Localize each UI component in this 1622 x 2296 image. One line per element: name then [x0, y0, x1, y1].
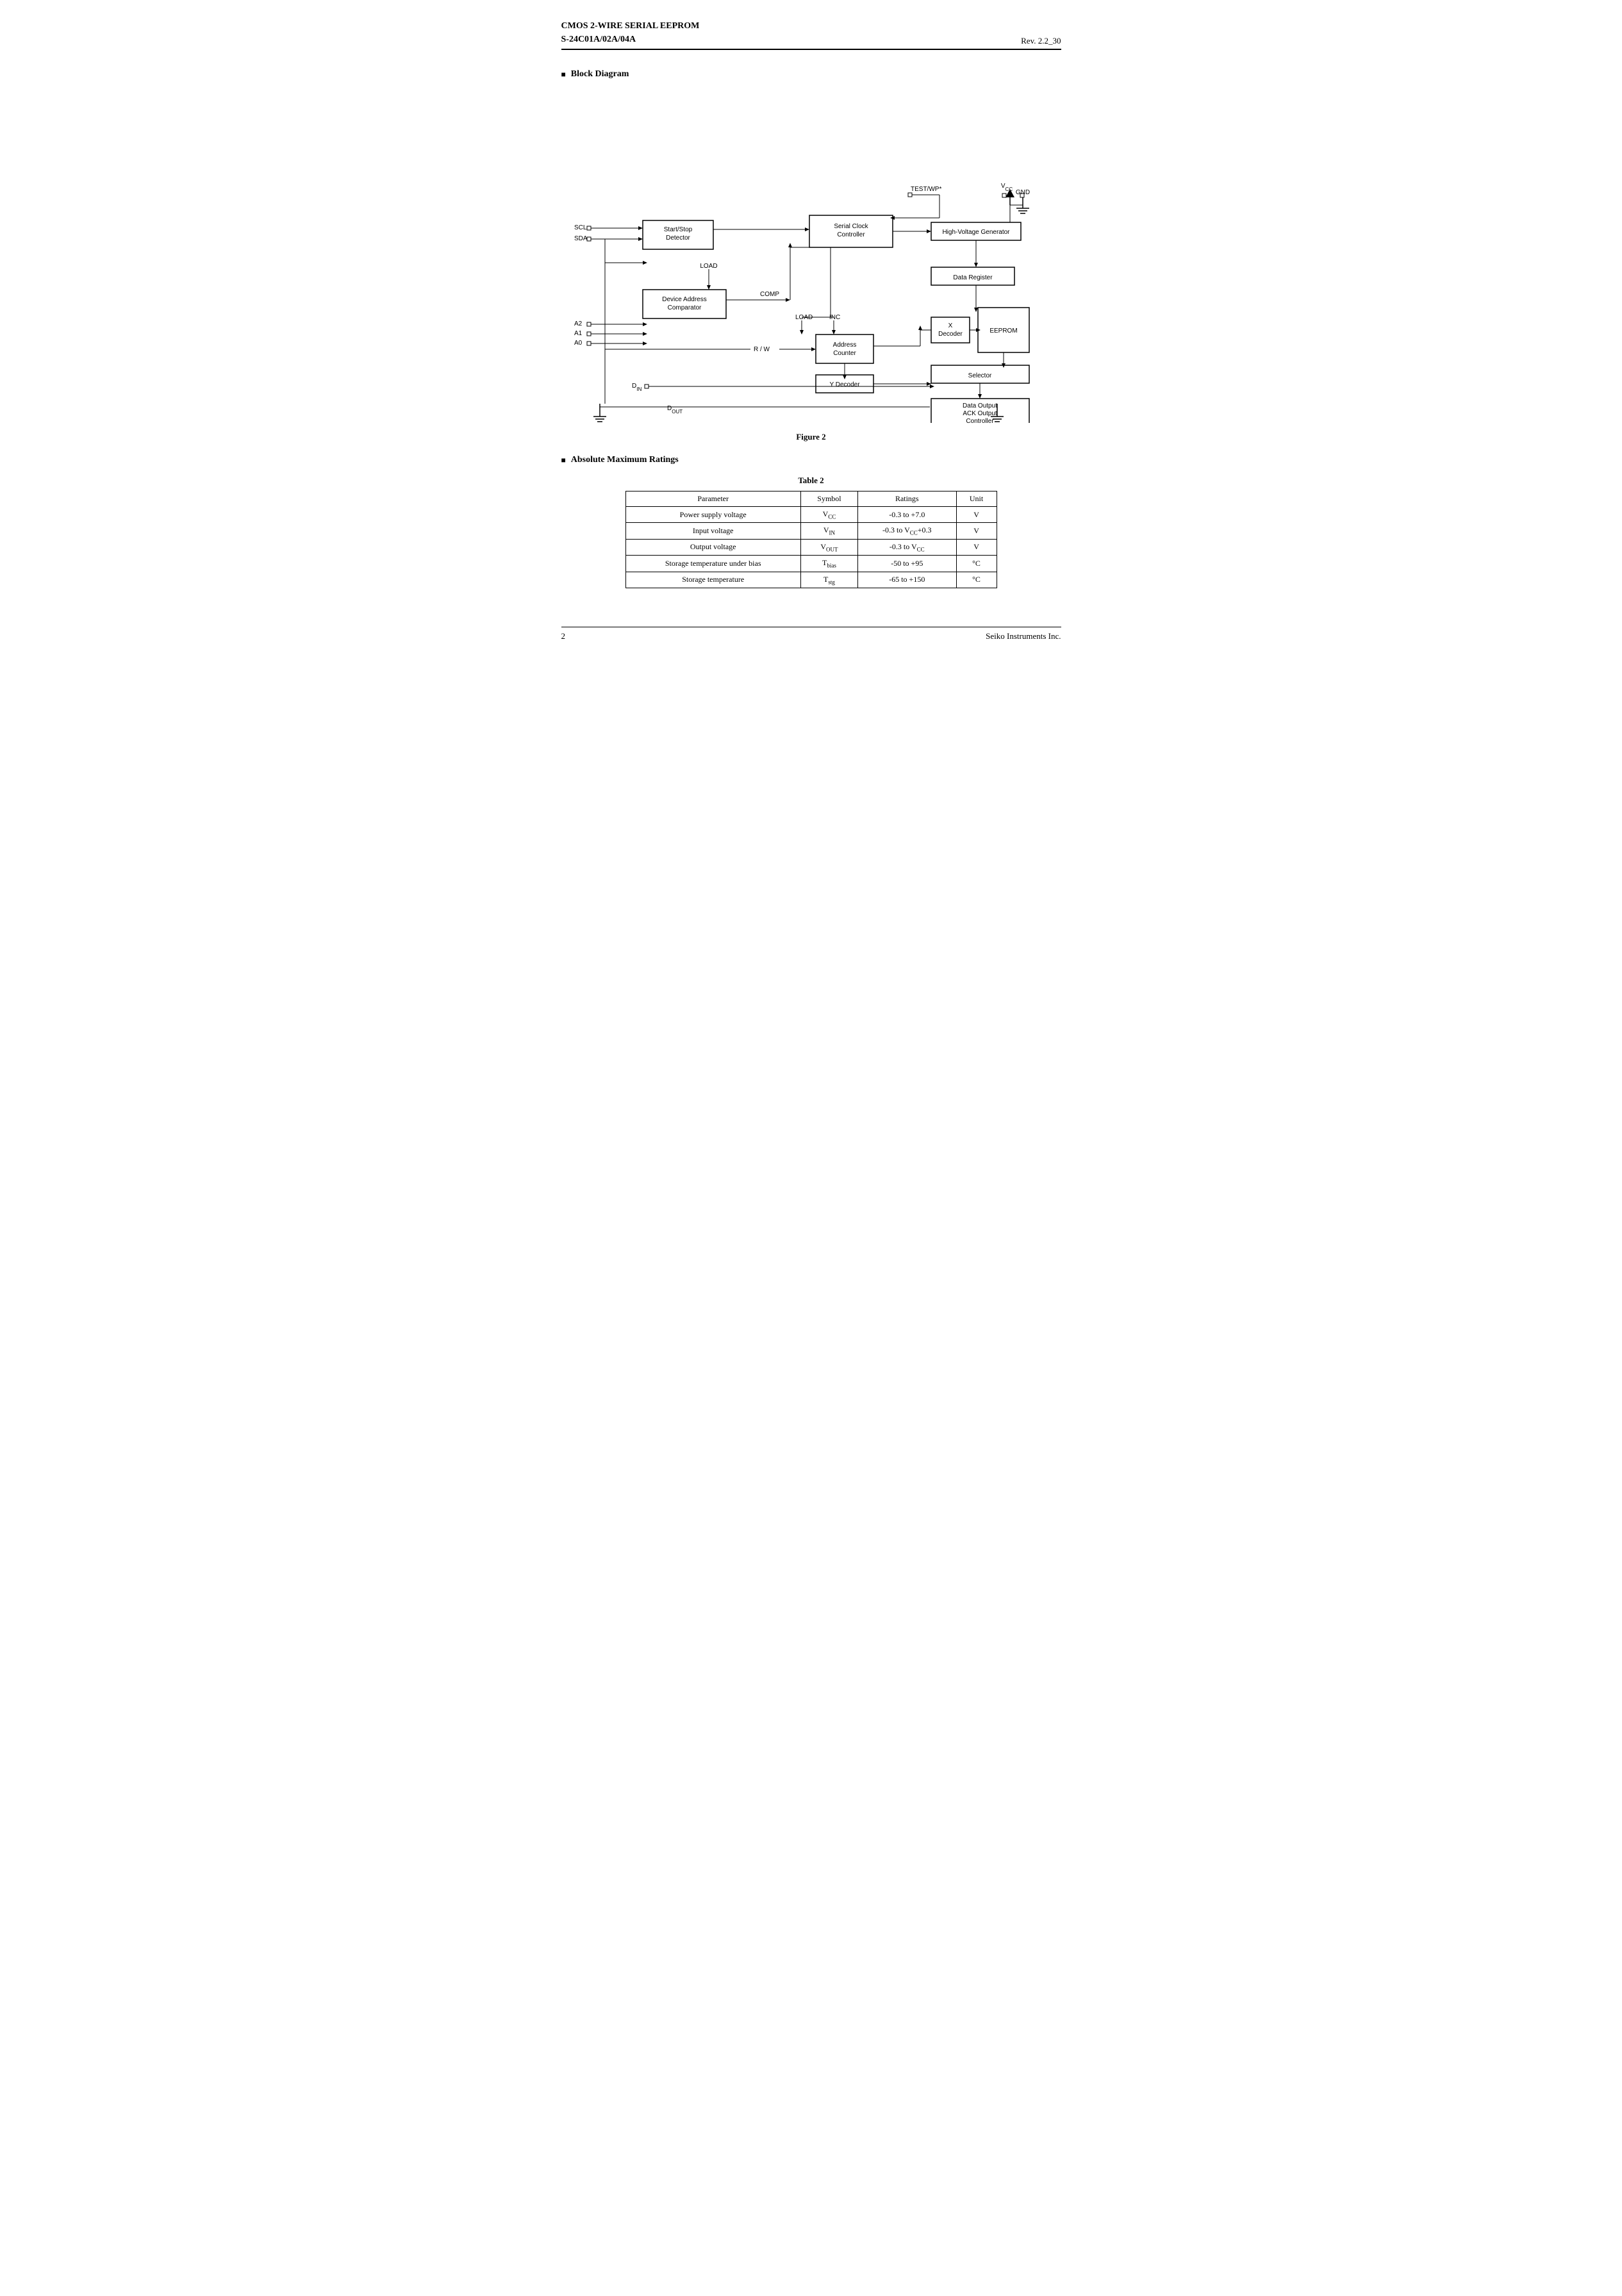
svg-text:EEPROM: EEPROM	[989, 327, 1017, 334]
x-decoder-box	[931, 317, 970, 343]
svg-text:Start/Stop: Start/Stop	[663, 226, 692, 233]
absolute-max-title: Absolute Maximum Ratings	[561, 455, 1061, 465]
svg-text:ACK Output: ACK Output	[963, 410, 997, 417]
svg-text:Controller: Controller	[837, 231, 865, 238]
table-row: Output voltage VOUT -0.3 to VCC V	[625, 539, 997, 555]
svg-text:X: X	[948, 322, 952, 329]
block-diagram: VCC GND TEST/WP* SCL SDA Start/Stop Dete…	[561, 90, 1061, 425]
test-wp-label: TEST/WP*	[911, 186, 941, 193]
svg-text:Comparator: Comparator	[667, 304, 701, 311]
revision-info: Rev. 2.2_30	[1021, 36, 1061, 46]
block-diagram-title: Block Diagram	[561, 69, 1061, 79]
address-counter-box	[816, 334, 873, 363]
svg-text:Device Address: Device Address	[662, 296, 706, 303]
a0-label: A0	[574, 340, 583, 347]
company-name: Seiko Instruments Inc.	[986, 631, 1061, 641]
table-row: Power supply voltage VCC -0.3 to +7.0 V	[625, 507, 997, 523]
a1-label: A1	[574, 330, 583, 337]
table-title: Table 2	[561, 475, 1061, 486]
load-label: LOAD	[700, 263, 717, 270]
svg-text:Counter: Counter	[833, 350, 856, 357]
scl-label: SCL	[574, 224, 587, 231]
svg-text:Selector: Selector	[968, 372, 991, 379]
svg-text:Controller: Controller	[966, 418, 994, 423]
page-footer: 2 Seiko Instruments Inc.	[561, 627, 1061, 641]
table-row: Storage temperature under bias Tbias -50…	[625, 556, 997, 572]
col-header-symbol: Symbol	[800, 491, 857, 507]
col-header-ratings: Ratings	[858, 491, 957, 507]
svg-text:Data Register: Data Register	[953, 274, 993, 281]
diagram-svg: VCC GND TEST/WP* SCL SDA Start/Stop Dete…	[561, 90, 1061, 423]
rw-label: R / W	[754, 346, 770, 353]
svg-text:Y Decoder: Y Decoder	[829, 381, 860, 388]
col-header-parameter: Parameter	[625, 491, 800, 507]
col-header-unit: Unit	[956, 491, 997, 507]
din-label: DIN	[632, 383, 641, 392]
vcc-label: VCC	[1000, 183, 1012, 192]
comp-label: COMP	[760, 291, 779, 298]
gnd-label: GND	[1015, 189, 1029, 196]
ratings-table: Parameter Symbol Ratings Unit Power supp…	[625, 491, 997, 588]
dout-label: DOUT	[667, 405, 683, 415]
table-section: Table 2 Parameter Symbol Ratings Unit Po…	[561, 475, 1061, 588]
sda-label: SDA	[574, 235, 588, 242]
svg-text:High-Voltage Generator: High-Voltage Generator	[942, 229, 1010, 236]
document-title: CMOS 2-WIRE SERIAL EEPROM S-24C01A/02A/0…	[561, 19, 700, 46]
figure-caption: Figure 2	[561, 432, 1061, 442]
svg-text:Data Output: Data Output	[963, 402, 997, 409]
svg-text:Decoder: Decoder	[938, 331, 963, 338]
svg-text:Detector: Detector	[666, 235, 690, 242]
svg-text:Serial Clock: Serial Clock	[834, 223, 868, 230]
svg-text:Address: Address	[832, 342, 856, 349]
page-header: CMOS 2-WIRE SERIAL EEPROM S-24C01A/02A/0…	[561, 19, 1061, 50]
table-row: Input voltage VIN -0.3 to VCC+0.3 V	[625, 523, 997, 539]
a2-label: A2	[574, 320, 583, 327]
table-row: Storage temperature Tstg -65 to +150 °C	[625, 572, 997, 588]
page-number: 2	[561, 631, 566, 641]
